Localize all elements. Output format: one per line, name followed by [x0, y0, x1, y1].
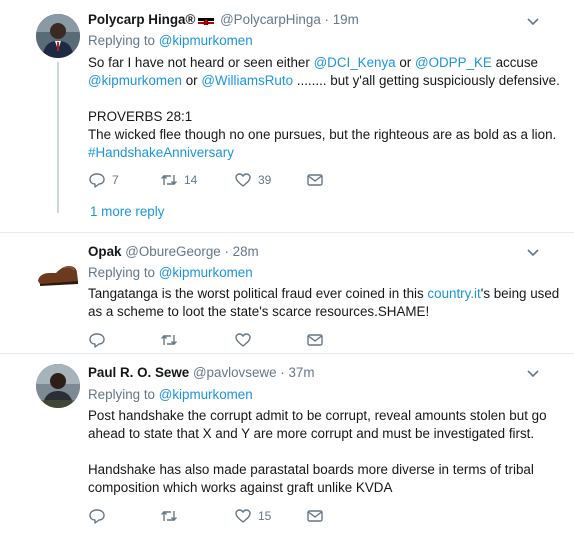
user-handle[interactable]: @pavlovsewe	[193, 365, 277, 380]
direct-message-icon	[307, 174, 323, 186]
tweet-text: Post handshake the corrupt admit to be c…	[88, 407, 568, 497]
mention-link[interactable]: @WilliamsRuto	[201, 73, 293, 88]
tweet-polycarp[interactable]: Polycarp Hinga® @PolycarpHinga · 19m Rep…	[0, 0, 574, 232]
text-span: or	[181, 73, 202, 88]
thread-dots	[57, 195, 59, 215]
replying-to-handle[interactable]: @kipmurkomen	[159, 265, 253, 280]
tweet-header: Paul R. O. Sewe @pavlovsewe · 37m	[88, 364, 315, 382]
reply-count: 7	[112, 173, 119, 187]
replying-to: Replying to @kipmurkomen	[88, 32, 253, 50]
like-button[interactable]: 39	[234, 171, 271, 189]
replying-to-handle[interactable]: @kipmurkomen	[159, 33, 253, 48]
display-name[interactable]: Paul R. O. Sewe	[88, 365, 189, 380]
text-span: Tangatanga is the worst political fraud …	[88, 286, 428, 301]
retweet-icon	[161, 335, 177, 345]
tweet-opak[interactable]: Opak @ObureGeorge · 28m Replying to @kip…	[0, 233, 574, 352]
tweet-actions: 15	[88, 507, 488, 527]
dm-button[interactable]	[306, 507, 324, 525]
replying-to-label: Replying to	[88, 265, 155, 280]
separator-dot: ·	[324, 12, 329, 27]
avatar[interactable]	[36, 251, 80, 295]
tweet-text: Tangatanga is the worst political fraud …	[88, 285, 568, 321]
text-line: as a scheme to loot the state's scarce r…	[88, 304, 430, 319]
replying-to-handle[interactable]: @kipmurkomen	[159, 387, 253, 402]
tweet-actions: 7 14 39	[88, 171, 488, 191]
direct-message-icon	[307, 334, 323, 346]
text-line: ahead to state that X and Y are more cor…	[88, 426, 535, 441]
more-replies-link[interactable]: 1 more reply	[90, 203, 164, 221]
like-button[interactable]: 15	[234, 507, 271, 525]
replying-to-label: Replying to	[88, 387, 155, 402]
url-link[interactable]: country.it	[427, 286, 480, 301]
user-handle[interactable]: @ObureGeorge	[125, 244, 220, 259]
text-span: accuse	[491, 55, 539, 70]
text-line: The wicked flee though no one pursues, b…	[88, 127, 557, 142]
chevron-down-icon[interactable]	[526, 366, 540, 380]
tweet-header: Polycarp Hinga® @PolycarpHinga · 19m	[88, 11, 359, 29]
text-line: Handshake has also made parastatal board…	[88, 462, 534, 477]
text-span: ........ but y'all getting suspiciously …	[293, 73, 560, 88]
reply-icon	[89, 509, 105, 524]
timestamp[interactable]: 37m	[288, 365, 314, 380]
chevron-down-icon[interactable]	[526, 14, 540, 28]
retweet-button[interactable]: 14	[160, 171, 197, 189]
avatar[interactable]	[36, 14, 80, 58]
text-line: Post handshake the corrupt admit to be c…	[88, 408, 547, 423]
text-line: PROVERBS 28:1	[88, 109, 193, 124]
like-icon	[235, 333, 251, 347]
separator-dot: ·	[280, 365, 285, 380]
mention-link[interactable]: @DCI_Kenya	[314, 55, 396, 70]
replying-to: Replying to @kipmurkomen	[88, 264, 253, 282]
like-icon	[235, 509, 251, 523]
direct-message-icon	[307, 510, 323, 522]
dm-button[interactable]	[306, 331, 324, 349]
avatar[interactable]	[36, 364, 80, 408]
like-icon	[235, 173, 251, 187]
separator-dot: ·	[224, 244, 229, 259]
retweet-icon	[161, 175, 177, 185]
tweet-actions	[88, 331, 488, 351]
tweet-text: So far I have not heard or seen either @…	[88, 54, 568, 162]
text-span: 's being used	[480, 286, 560, 301]
dm-button[interactable]	[306, 171, 324, 189]
like-count: 39	[258, 173, 272, 187]
retweet-button[interactable]	[160, 507, 178, 525]
hashtag-link[interactable]: #HandshakeAnniversary	[88, 144, 568, 162]
reply-button[interactable]: 7	[88, 171, 119, 189]
text-line: composition which works against graft un…	[88, 480, 393, 495]
display-name[interactable]: Opak	[88, 244, 122, 259]
replying-to: Replying to @kipmurkomen	[88, 386, 253, 404]
text-span: or	[395, 55, 415, 70]
reply-icon	[89, 333, 105, 348]
replying-to-label: Replying to	[88, 33, 155, 48]
timestamp[interactable]: 19m	[333, 12, 359, 27]
text-span: So far I have not heard or seen either	[88, 55, 314, 70]
mention-link[interactable]: @ODPP_KE	[415, 55, 492, 70]
kenya-flag-icon	[198, 15, 215, 25]
tweet-header: Opak @ObureGeorge · 28m	[88, 243, 259, 261]
retweet-button[interactable]	[160, 331, 178, 349]
retweet-count: 14	[184, 173, 198, 187]
user-handle[interactable]: @PolycarpHinga	[220, 12, 321, 27]
like-count: 15	[258, 509, 272, 523]
reply-icon	[89, 173, 105, 188]
thread-line	[57, 62, 59, 212]
chevron-down-icon[interactable]	[526, 245, 540, 259]
timestamp[interactable]: 28m	[233, 244, 259, 259]
like-button[interactable]	[234, 331, 252, 349]
retweet-icon	[161, 511, 177, 521]
mention-link[interactable]: @kipmurkomen	[88, 73, 182, 88]
reply-button[interactable]	[88, 507, 106, 525]
tweet-paul[interactable]: Paul R. O. Sewe @pavlovsewe · 37m Replyi…	[0, 354, 574, 534]
display-name[interactable]: Polycarp Hinga®	[88, 12, 195, 27]
reply-button[interactable]	[88, 331, 106, 349]
